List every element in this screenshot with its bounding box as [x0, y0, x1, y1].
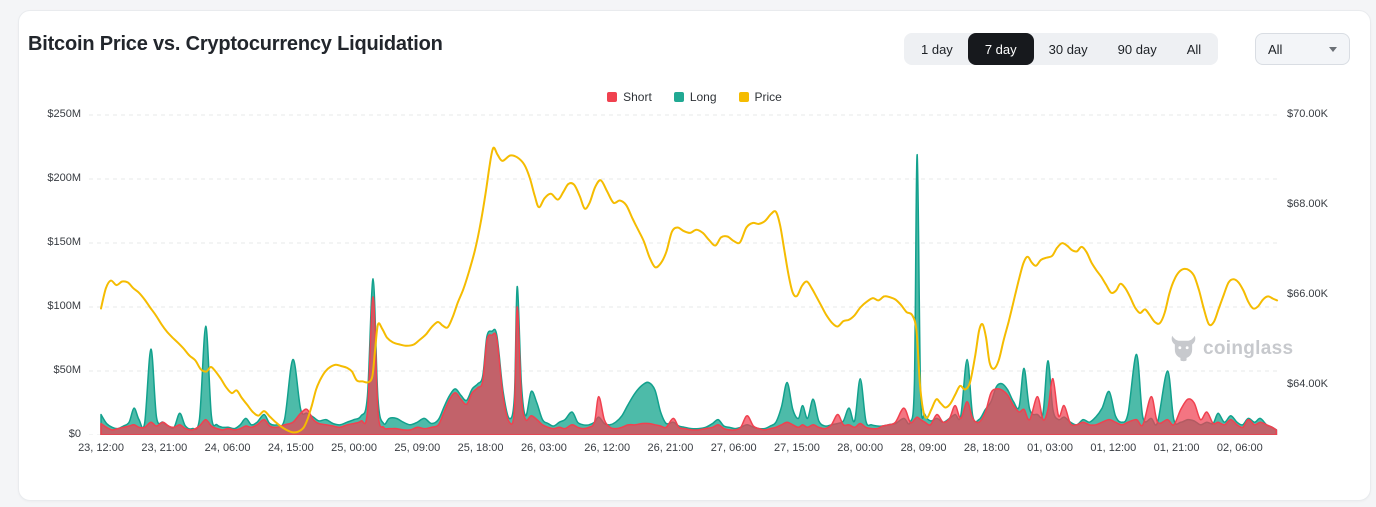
legend-item-short[interactable]: Short [607, 90, 652, 104]
x-tick-label: 02, 06:00 [1216, 442, 1263, 454]
range-button-all[interactable]: All [1172, 33, 1216, 65]
y-right-tick-label: $66.00K [1287, 288, 1328, 300]
short-swatch-icon [607, 92, 618, 102]
long-swatch-icon [673, 92, 684, 102]
legend-label: Short [623, 90, 652, 104]
page-title: Bitcoin Price vs. Cryptocurrency Liquida… [28, 33, 443, 55]
range-button-90day[interactable]: 90 day [1103, 33, 1172, 65]
x-tick-label: 01, 03:00 [1027, 442, 1073, 454]
legend-item-price[interactable]: Price [738, 90, 782, 104]
chart-card: Bitcoin Price vs. Cryptocurrency Liquida… [18, 10, 1371, 501]
chevron-down-icon [1329, 46, 1337, 52]
liquidation-price-chart[interactable] [89, 108, 1279, 436]
time-range-group: 1 day 7 day 30 day 90 day All [904, 33, 1219, 65]
x-tick-label: 24, 06:00 [204, 442, 251, 454]
long-area [100, 153, 1278, 436]
chart-legend: Short Long Price [19, 90, 1370, 104]
x-tick-label: 28, 00:00 [837, 442, 884, 454]
legend-item-long[interactable]: Long [673, 90, 717, 104]
y-left-tick-label: $50M [53, 364, 81, 376]
legend-label: Long [689, 90, 717, 104]
x-tick-label: 26, 12:00 [584, 442, 631, 454]
x-tick-label: 26, 03:00 [520, 442, 567, 454]
x-tick-label: 27, 15:00 [774, 442, 820, 454]
legend-label: Price [754, 90, 782, 104]
x-tick-label: 28, 09:00 [900, 442, 947, 454]
y-right-tick-label: $70.00K [1287, 108, 1328, 120]
y-left-tick-label: $250M [47, 108, 81, 120]
x-tick-label: 28, 18:00 [963, 442, 1010, 454]
x-tick-label: 26, 21:00 [647, 442, 694, 454]
y-left-tick-label: $100M [47, 300, 81, 312]
x-tick-label: 27, 06:00 [710, 442, 757, 454]
y-left-tick-label: $200M [47, 172, 81, 184]
range-button-7day[interactable]: 7 day [967, 33, 1034, 65]
price-line [100, 146, 1279, 434]
range-button-1day[interactable]: 1 day [906, 33, 968, 65]
x-tick-label: 24, 15:00 [267, 442, 314, 454]
y-left-tick-label: $0 [68, 428, 81, 440]
x-tick-label: 25, 00:00 [331, 442, 378, 454]
x-tick-label: 25, 09:00 [394, 442, 441, 454]
x-tick-label: 23, 12:00 [78, 442, 124, 454]
coin-filter-dropdown[interactable]: All [1255, 33, 1350, 65]
y-right-tick-label: $64.00K [1287, 378, 1328, 390]
x-tick-label: 01, 12:00 [1090, 442, 1137, 454]
x-tick-label: 01, 21:00 [1153, 442, 1200, 454]
range-button-30day[interactable]: 30 day [1034, 33, 1103, 65]
coin-filter-value: All [1268, 41, 1283, 57]
x-tick-label: 23, 21:00 [141, 442, 188, 454]
chart-svg [89, 114, 1279, 436]
y-left-tick-label: $150M [47, 236, 81, 248]
price-swatch-icon [738, 92, 749, 102]
y-right-tick-label: $68.00K [1287, 198, 1328, 210]
x-tick-label: 25, 18:00 [457, 442, 504, 454]
